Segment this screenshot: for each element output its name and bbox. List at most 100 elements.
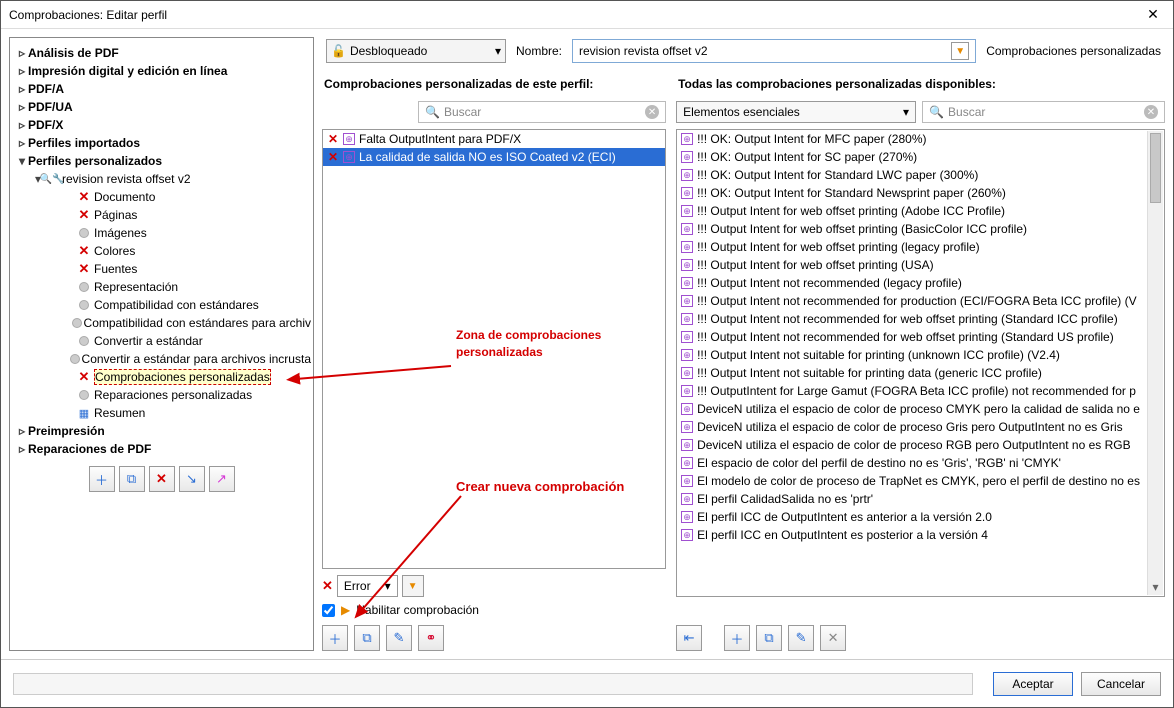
flag-icon: ▶ (341, 603, 350, 617)
severity-dropdown[interactable]: Error ▾ (337, 575, 398, 597)
list-item[interactable]: ⊕!!! Output Intent for web offset printi… (677, 238, 1164, 256)
list-item[interactable]: ⊕DeviceN utiliza el espacio de color de … (677, 418, 1164, 436)
enable-check-checkbox[interactable] (322, 604, 335, 617)
tree-export-button[interactable]: ↗ (209, 466, 235, 492)
list-item[interactable]: ⊕El perfil CalidadSalida no es 'prtr' (677, 490, 1164, 508)
error-x-icon: ✕ (322, 578, 333, 594)
list-item[interactable]: ⊕!!! OK: Output Intent for Standard News… (677, 184, 1164, 202)
options-icon[interactable]: ▼ (951, 42, 969, 60)
category-dropdown[interactable]: Elementos esenciales ▾ (676, 101, 916, 123)
footer: Aceptar Cancelar (1, 659, 1173, 707)
window-title: Comprobaciones: Editar perfil (9, 8, 1141, 22)
tree-pane: ▹Análisis de PDF▹Impresión digital y edi… (9, 37, 314, 651)
dup-avail-button[interactable]: ⧉ (756, 625, 782, 651)
tree-item[interactable]: ▹Impresión digital y edición en línea (12, 62, 311, 80)
title-bar: Comprobaciones: Editar perfil ✕ (1, 1, 1173, 29)
enable-check-label: Habilitar comprobación (356, 603, 479, 617)
list-item[interactable]: ⊕!!! Output Intent not suitable for prin… (677, 364, 1164, 382)
scrollbar[interactable]: ▴ ▾ (1147, 131, 1163, 595)
list-item[interactable]: ⊕!!! Output Intent not recommended for w… (677, 310, 1164, 328)
cancel-button[interactable]: Cancelar (1081, 672, 1161, 696)
profile-checks-list[interactable]: ✕⊕Falta OutputIntent para PDF/X✕⊕La cali… (322, 129, 666, 569)
profile-name-input[interactable]: revision revista offset v2 ▼ (572, 39, 976, 63)
list-item[interactable]: ⊕El perfil ICC en OutputIntent es poster… (677, 526, 1164, 544)
list-item[interactable]: ⊕!!! Output Intent not suitable for prin… (677, 346, 1164, 364)
tree-item[interactable]: Compatibilidad con estándares para archi… (12, 314, 311, 332)
tree-item[interactable]: Representación (12, 278, 311, 296)
list-item[interactable]: ⊕!!! Output Intent for web offset printi… (677, 220, 1164, 238)
list-item[interactable]: ⊕!!! Output Intent for web offset printi… (677, 202, 1164, 220)
tree-item[interactable]: ✕Páginas (12, 206, 311, 224)
profile-checks-header: Comprobaciones personalizadas de este pe… (322, 71, 666, 101)
tree-item[interactable]: ▾🔍🔧revision revista offset v2 (12, 170, 311, 188)
edit-avail-button[interactable]: ✎ (788, 625, 814, 651)
list-item[interactable]: ⊕!!! OutputIntent for Large Gamut (FOGRA… (677, 382, 1164, 400)
tree-item[interactable]: ▹Reparaciones de PDF (12, 440, 311, 458)
tree-item[interactable]: ▹Perfiles importados (12, 134, 311, 152)
tree-item[interactable]: ✕Colores (12, 242, 311, 260)
tree-item[interactable]: Compatibilidad con estándares (12, 296, 311, 314)
tree-item[interactable]: ▦Resumen (12, 404, 311, 422)
list-item[interactable]: ⊕!!! Output Intent not recommended for p… (677, 292, 1164, 310)
severity-options-button[interactable]: ▼ (402, 575, 424, 597)
available-search-input[interactable]: 🔍 Buscar ✕ (922, 101, 1165, 123)
list-item[interactable]: ⊕El modelo de color de proceso de TrapNe… (677, 472, 1164, 490)
search-icon: 🔍 (425, 105, 440, 119)
tree-import-button[interactable]: ↘ (179, 466, 205, 492)
tree-item[interactable]: Convertir a estándar para archivos incru… (12, 350, 311, 368)
tree-dup-button[interactable]: ⧉ (119, 466, 145, 492)
top-right-label: Comprobaciones personalizadas (986, 44, 1161, 58)
list-item[interactable]: ✕⊕Falta OutputIntent para PDF/X (323, 130, 665, 148)
clear-icon[interactable]: ✕ (645, 105, 659, 119)
chevron-down-icon: ▾ (495, 44, 501, 58)
lock-dropdown[interactable]: 🔓 Desbloqueado ▾ (326, 39, 506, 63)
list-item[interactable]: ⊕!!! OK: Output Intent for Standard LWC … (677, 166, 1164, 184)
list-item[interactable]: ⊕DeviceN utiliza el espacio de color de … (677, 400, 1164, 418)
tree-item[interactable]: ▹Preimpresión (12, 422, 311, 440)
available-checks-header: Todas las comprobaciones personalizadas … (676, 71, 1165, 101)
close-icon[interactable]: ✕ (1141, 6, 1165, 23)
tree-item[interactable]: ▹PDF/A (12, 80, 311, 98)
ok-button[interactable]: Aceptar (993, 672, 1073, 696)
list-item[interactable]: ⊕DeviceN utiliza el espacio de color de … (677, 436, 1164, 454)
tree-add-button[interactable]: ＋ (89, 466, 115, 492)
unlock-icon: 🔓 (331, 44, 346, 58)
assign-check-button[interactable]: ⇤ (676, 625, 702, 651)
add-check-button[interactable]: ＋ (322, 625, 348, 651)
tree-item[interactable]: Convertir a estándar (12, 332, 311, 350)
list-item[interactable]: ✕⊕La calidad de salida NO es ISO Coated … (323, 148, 665, 166)
tree-item[interactable]: ▹PDF/X (12, 116, 311, 134)
new-check-button[interactable]: ＋ (724, 625, 750, 651)
list-item[interactable]: ⊕!!! Output Intent not recommended (lega… (677, 274, 1164, 292)
available-checks-list[interactable]: ▴ ▾ ⊕!!! OK: Output Intent for MFC paper… (676, 129, 1165, 597)
profile-search-input[interactable]: 🔍 Buscar ✕ (418, 101, 666, 123)
list-item[interactable]: ⊕!!! OK: Output Intent for SC paper (270… (677, 148, 1164, 166)
list-item[interactable]: ⊕!!! Output Intent not recommended for w… (677, 328, 1164, 346)
name-label: Nombre: (516, 44, 562, 58)
status-bar (13, 673, 973, 695)
search-icon: 🔍 (929, 105, 944, 119)
tree-item[interactable]: ▾Perfiles personalizados (12, 152, 311, 170)
tree-item[interactable]: ✕Comprobaciones personalizadas (12, 368, 311, 386)
delete-avail-button[interactable]: ✕ (820, 625, 846, 651)
tree-item[interactable]: Reparaciones personalizadas (12, 386, 311, 404)
chevron-down-icon: ▾ (903, 105, 909, 119)
tree-del-button[interactable]: ✕ (149, 466, 175, 492)
clear-icon[interactable]: ✕ (1144, 105, 1158, 119)
top-bar: 🔓 Desbloqueado ▾ Nombre: revision revist… (322, 37, 1165, 71)
tree-item[interactable]: ▹PDF/UA (12, 98, 311, 116)
dup-check-button[interactable]: ⧉ (354, 625, 380, 651)
tree-toolbar: ＋ ⧉ ✕ ↘ ↗ (12, 466, 311, 492)
tree-item[interactable]: Imágenes (12, 224, 311, 242)
tree-item[interactable]: ✕Fuentes (12, 260, 311, 278)
list-item[interactable]: ⊕El perfil ICC de OutputIntent es anteri… (677, 508, 1164, 526)
list-item[interactable]: ⊕!!! Output Intent for web offset printi… (677, 256, 1164, 274)
tree-item[interactable]: ▹Análisis de PDF (12, 44, 311, 62)
scroll-down-icon[interactable]: ▾ (1148, 579, 1163, 595)
list-item[interactable]: ⊕!!! OK: Output Intent for MFC paper (28… (677, 130, 1164, 148)
scroll-thumb[interactable] (1150, 133, 1161, 203)
list-item[interactable]: ⊕El espacio de color del perfil de desti… (677, 454, 1164, 472)
unlink-check-button[interactable]: ⚭ (418, 625, 444, 651)
edit-check-button[interactable]: ✎ (386, 625, 412, 651)
tree-item[interactable]: ✕Documento (12, 188, 311, 206)
